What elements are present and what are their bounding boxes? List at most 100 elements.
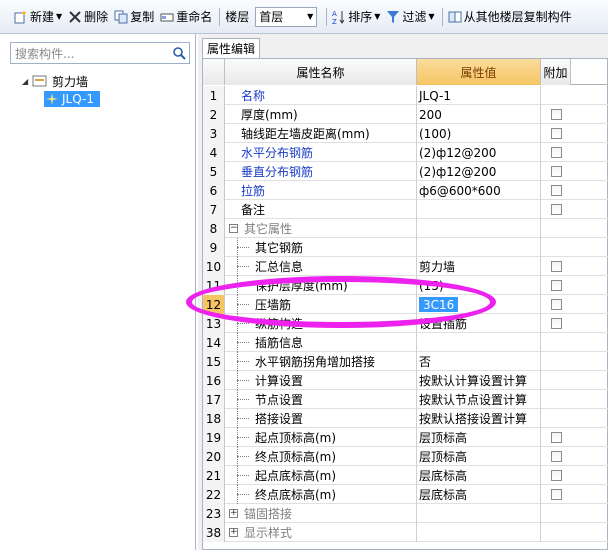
extra-checkbox[interactable] <box>550 147 562 158</box>
copy-from-floor-button[interactable]: 从其他楼层复制构件 <box>448 6 572 28</box>
header-extra: 附加 <box>541 59 571 85</box>
property-name: 水平钢筋拐角增加搭接 <box>225 352 417 371</box>
table-row[interactable]: 7 备注 <box>203 200 608 219</box>
table-row[interactable]: 10 汇总信息 剪力墙 <box>203 257 608 276</box>
extra-checkbox[interactable] <box>550 109 562 120</box>
table-row[interactable]: 9 其它钢筋 <box>203 238 608 257</box>
table-row[interactable]: 14 插筋信息 <box>203 333 608 352</box>
tree-node-shear-wall[interactable]: ◢ 剪力墙 <box>22 72 88 90</box>
expand-icon[interactable]: + <box>229 509 238 518</box>
search-input[interactable]: 搜索构件... <box>11 45 169 62</box>
extra-checkbox[interactable] <box>550 432 562 443</box>
property-value[interactable]: 设置插筋 <box>417 314 541 333</box>
property-name: 水平分布钢筋 <box>225 143 417 162</box>
property-value-input[interactable]: 3C16 <box>419 297 459 312</box>
property-value[interactable]: ф6@600*600 <box>417 181 541 200</box>
sort-button[interactable]: AZ 排序 ▼ <box>332 6 380 28</box>
table-row[interactable]: 21 起点底标高(m) 层底标高 <box>203 466 608 485</box>
extra-checkbox[interactable] <box>550 185 562 196</box>
floor-select[interactable]: 首层 ▼ <box>255 6 318 27</box>
extra-cell <box>541 238 571 257</box>
table-row[interactable]: 6 拉筋 ф6@600*600 <box>203 181 608 200</box>
table-row-group[interactable]: 38 + 显示样式 <box>203 523 608 542</box>
table-row-group[interactable]: 8 − 其它属性 <box>203 219 608 238</box>
property-value[interactable] <box>417 333 541 352</box>
property-value[interactable]: 层底标高 <box>417 485 541 504</box>
copy-icon <box>114 10 128 23</box>
table-row-selected[interactable]: 12 压墙筋 3C16 <box>203 295 608 314</box>
delete-button[interactable]: 删除 <box>68 6 108 28</box>
search-box[interactable]: 搜索构件... <box>10 42 190 64</box>
property-value[interactable] <box>417 200 541 219</box>
table-row[interactable]: 11 保护层厚度(mm) (15) <box>203 276 608 295</box>
property-name: 搭接设置 <box>225 409 417 428</box>
extra-checkbox[interactable] <box>550 470 562 481</box>
extra-checkbox[interactable] <box>550 318 562 329</box>
property-value[interactable]: 层顶标高 <box>417 447 541 466</box>
new-label: 新建 <box>30 10 55 24</box>
tree-node-label: 剪力墙 <box>52 74 89 89</box>
property-value[interactable]: 按默认节点设置计算 <box>417 390 541 409</box>
table-row[interactable]: 16 计算设置 按默认计算设置计算 <box>203 371 608 390</box>
table-row[interactable]: 15 水平钢筋拐角增加搭接 否 <box>203 352 608 371</box>
table-row[interactable]: 4 水平分布钢筋 (2)ф12@200 <box>203 143 608 162</box>
table-row[interactable]: 17 节点设置 按默认节点设置计算 <box>203 390 608 409</box>
property-name: 插筋信息 <box>225 333 417 352</box>
collapse-icon[interactable]: ◢ <box>22 77 32 86</box>
extra-checkbox[interactable] <box>550 261 562 272</box>
tree-node-jlq1[interactable]: JLQ-1 <box>44 90 100 108</box>
collapse-icon[interactable]: − <box>229 224 238 233</box>
tab-property-edit[interactable]: 属性编辑 <box>202 38 260 58</box>
extra-checkbox[interactable] <box>550 204 562 215</box>
property-value[interactable]: 200 <box>417 105 541 124</box>
property-name: 纵筋构造 <box>225 314 417 333</box>
expand-icon[interactable]: + <box>229 528 238 537</box>
table-row[interactable]: 20 终点顶标高(m) 层顶标高 <box>203 447 608 466</box>
property-value[interactable]: (2)ф12@200 <box>417 162 541 181</box>
extra-cell <box>541 352 571 371</box>
row-number: 12 <box>203 295 225 314</box>
property-value[interactable]: 层顶标高 <box>417 428 541 447</box>
property-value[interactable]: (100) <box>417 124 541 143</box>
extra-checkbox[interactable] <box>550 299 562 310</box>
property-value[interactable]: 按默认计算设置计算 <box>417 371 541 390</box>
table-row[interactable]: 13 纵筋构造 设置插筋 <box>203 314 608 333</box>
property-value[interactable]: 否 <box>417 352 541 371</box>
rename-button[interactable]: 重命名 <box>160 6 212 28</box>
property-value <box>417 523 541 542</box>
extra-checkbox[interactable] <box>550 128 562 139</box>
extra-checkbox[interactable] <box>550 280 562 291</box>
table-row[interactable]: 5 垂直分布钢筋 (2)ф12@200 <box>203 162 608 181</box>
svg-text:A: A <box>332 10 337 18</box>
table-row[interactable]: 2 厚度(mm) 200 <box>203 105 608 124</box>
group-name: 锚固搭接 <box>244 507 293 521</box>
table-row[interactable]: 3 轴线距左墙皮距离(mm) (100) <box>203 124 608 143</box>
property-value[interactable]: 剪力墙 <box>417 257 541 276</box>
row-number: 17 <box>203 390 225 409</box>
row-number: 11 <box>203 276 225 295</box>
property-value[interactable]: JLQ-1 <box>417 86 541 105</box>
table-row-group[interactable]: 23 + 锚固搭接 <box>203 504 608 523</box>
table-row[interactable]: 22 终点底标高(m) 层底标高 <box>203 485 608 504</box>
new-button[interactable]: 新建 ▼ <box>14 6 62 28</box>
table-row[interactable]: 1 名称 JLQ-1 <box>203 86 608 105</box>
extra-checkbox[interactable] <box>550 489 562 500</box>
chevron-down-icon: ▼ <box>374 12 381 21</box>
property-value[interactable]: (2)ф12@200 <box>417 143 541 162</box>
search-icon[interactable] <box>169 43 189 63</box>
property-value[interactable]: 按默认搭接设置计算 <box>417 409 541 428</box>
table-row[interactable]: 19 起点顶标高(m) 层顶标高 <box>203 428 608 447</box>
extra-checkbox[interactable] <box>550 166 562 177</box>
row-number: 3 <box>203 124 225 143</box>
extra-checkbox[interactable] <box>550 451 562 462</box>
delete-label: 删除 <box>84 10 109 24</box>
property-name: 节点设置 <box>225 390 417 409</box>
filter-button[interactable]: 过滤 ▼ <box>386 6 435 28</box>
copy-button[interactable]: 复制 <box>114 6 154 28</box>
property-value[interactable] <box>417 238 541 257</box>
table-row[interactable]: 18 搭接设置 按默认搭接设置计算 <box>203 409 608 428</box>
property-value[interactable]: 层底标高 <box>417 466 541 485</box>
property-name: 压墙筋 <box>225 295 417 314</box>
property-value[interactable]: (15) <box>417 276 541 295</box>
property-name: 终点底标高(m) <box>225 485 417 504</box>
